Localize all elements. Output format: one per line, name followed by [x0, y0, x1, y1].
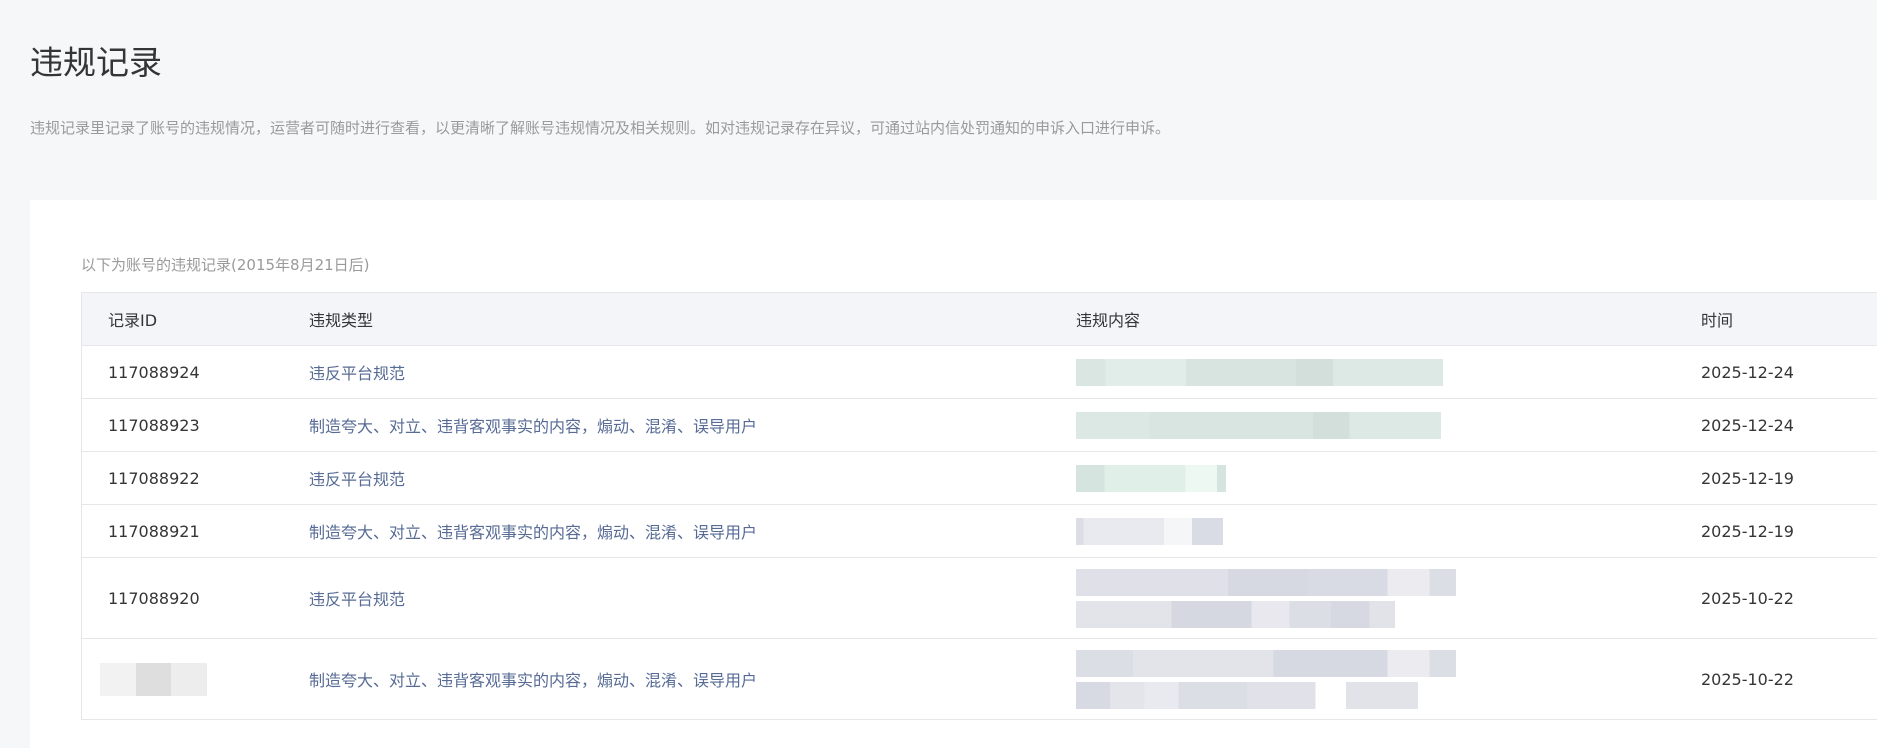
table-row: 117088923 制造夸大、对立、违背客观事实的内容，煽动、混淆、误导用户 2… [81, 398, 1877, 452]
record-id-redacted [81, 638, 309, 720]
table-row: 117088920 违反平台规范 2025-10-22 [81, 557, 1877, 639]
record-time: 2025-10-22 [1701, 557, 1877, 639]
violation-content-redacted [1076, 345, 1701, 399]
page-title: 违规记录 [30, 43, 162, 82]
violation-type-link[interactable]: 制造夸大、对立、违背客观事实的内容，煽动、混淆、误导用户 [309, 504, 1076, 558]
violation-content-redacted [1076, 557, 1701, 639]
record-id: 117088920 [81, 557, 309, 639]
record-id: 117088922 [81, 451, 309, 505]
violation-content-redacted [1076, 398, 1701, 452]
table-row: 117088921 制造夸大、对立、违背客观事实的内容，煽动、混淆、误导用户 2… [81, 504, 1877, 558]
record-time: 2025-12-24 [1701, 345, 1877, 399]
violation-type-link[interactable]: 制造夸大、对立、违背客观事实的内容，煽动、混淆、误导用户 [309, 398, 1076, 452]
violation-records-card: 以下为账号的违规记录(2015年8月21日后) 记录ID 违规类型 违规内容 时… [30, 200, 1877, 748]
violation-type-link[interactable]: 违反平台规范 [309, 557, 1076, 639]
column-header-content: 违规内容 [1076, 292, 1701, 346]
record-time: 2025-10-22 [1701, 638, 1877, 720]
record-id: 117088923 [81, 398, 309, 452]
record-time: 2025-12-19 [1701, 451, 1877, 505]
table-row: 117088924 违反平台规范 2025-12-24 [81, 345, 1877, 399]
violation-records-table: 记录ID 违规类型 违规内容 时间 117088924 违反平台规范 2025-… [81, 292, 1877, 720]
column-header-time: 时间 [1701, 292, 1877, 346]
violation-type-link[interactable]: 制造夸大、对立、违背客观事实的内容，煽动、混淆、误导用户 [309, 638, 1076, 720]
record-time: 2025-12-19 [1701, 504, 1877, 558]
page-description: 违规记录里记录了账号的违规情况，运营者可随时进行查看，以更清晰了解账号违规情况及… [30, 119, 1171, 137]
violation-content-redacted [1076, 451, 1701, 505]
table-header-row: 记录ID 违规类型 违规内容 时间 [81, 292, 1877, 346]
records-subtitle: 以下为账号的违规记录(2015年8月21日后) [81, 256, 370, 274]
column-header-type: 违规类型 [309, 292, 1076, 346]
violation-content-redacted [1076, 638, 1701, 720]
record-id: 117088924 [81, 345, 309, 399]
record-id: 117088921 [81, 504, 309, 558]
record-time: 2025-12-24 [1701, 398, 1877, 452]
violation-content-redacted [1076, 504, 1701, 558]
table-row: 117088922 违反平台规范 2025-12-19 [81, 451, 1877, 505]
table-row: 制造夸大、对立、违背客观事实的内容，煽动、混淆、误导用户 2025-10-22 [81, 638, 1877, 720]
column-header-id: 记录ID [81, 292, 309, 346]
violation-type-link[interactable]: 违反平台规范 [309, 345, 1076, 399]
violation-type-link[interactable]: 违反平台规范 [309, 451, 1076, 505]
